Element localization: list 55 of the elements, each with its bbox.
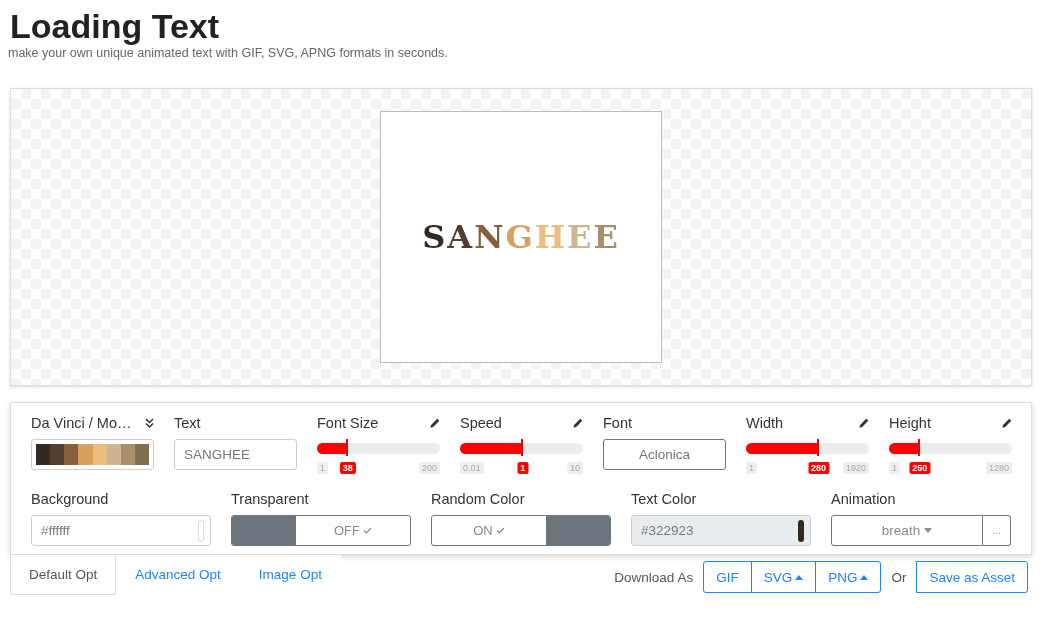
preview-text: SANGHEE [422, 218, 620, 256]
field-label: Speed [460, 415, 502, 431]
slider-thumb[interactable] [816, 439, 819, 456]
download-label: Download As [614, 569, 694, 585]
field-label: Width [746, 415, 784, 431]
slider-thumb[interactable] [917, 439, 920, 456]
pencil-icon[interactable] [1001, 417, 1012, 429]
slider-value: 38 [339, 462, 356, 474]
palette-swatch[interactable] [31, 439, 154, 470]
page-title: Loading Text [10, 6, 221, 46]
pencil-icon[interactable] [572, 417, 583, 429]
slider-thumb[interactable] [345, 439, 348, 456]
slider-min: 0.01 [460, 462, 484, 474]
tab[interactable]: Default Opt [10, 555, 117, 595]
format-button[interactable]: SVG [750, 561, 817, 593]
field-label: Animation [831, 491, 896, 507]
double-chevron-icon[interactable] [145, 418, 154, 428]
field-label: Random Color [431, 491, 525, 507]
slider-min: 1 [746, 462, 757, 474]
field-label: Transparent [231, 491, 309, 507]
format-button[interactable]: PNG [815, 561, 882, 593]
color-input[interactable]: #ffffff [31, 515, 211, 546]
slider-min: 1 [889, 462, 900, 474]
field-label: Font Size [317, 415, 379, 431]
save-asset-button[interactable]: Save as Asset [916, 561, 1028, 593]
text-input[interactable]: SANGHEE [174, 439, 297, 470]
page-subtitle: make your own unique animated text with GIF, SVG, APNG formats in seconds. [8, 46, 449, 60]
font-button[interactable]: Aclonica [603, 439, 726, 470]
check-icon [363, 527, 372, 534]
field-label: Background [31, 491, 109, 507]
field-label: Text Color [631, 491, 697, 507]
field-label: Font [603, 415, 632, 431]
field-label: Height [889, 415, 931, 431]
format-button[interactable]: GIF [703, 561, 752, 593]
check-icon [495, 527, 505, 534]
slider-max: 200 [418, 462, 440, 474]
slider-max: 1920 [842, 462, 869, 474]
toggle-switch[interactable]: ON [431, 515, 611, 546]
slider-value: 250 [909, 462, 931, 474]
color-swatch[interactable] [198, 519, 204, 542]
slider-max: 10 [567, 462, 583, 474]
more-button[interactable]: ... [983, 515, 1011, 546]
slider-value: 1 [517, 462, 529, 474]
or-label: Or [891, 569, 907, 585]
field-label: Da Vinci / Mo… [31, 415, 132, 431]
field-label: Text [174, 415, 201, 431]
pencil-icon[interactable] [858, 417, 869, 429]
slider-min: 1 [317, 462, 328, 474]
toggle-switch[interactable]: OFF [231, 515, 411, 546]
animation-select[interactable]: breath [831, 515, 983, 546]
caret-icon [924, 528, 933, 533]
slider-value: 280 [808, 462, 830, 474]
slider-max: 1280 [985, 462, 1012, 474]
pencil-icon[interactable] [429, 417, 440, 429]
slider-thumb[interactable] [520, 439, 523, 456]
